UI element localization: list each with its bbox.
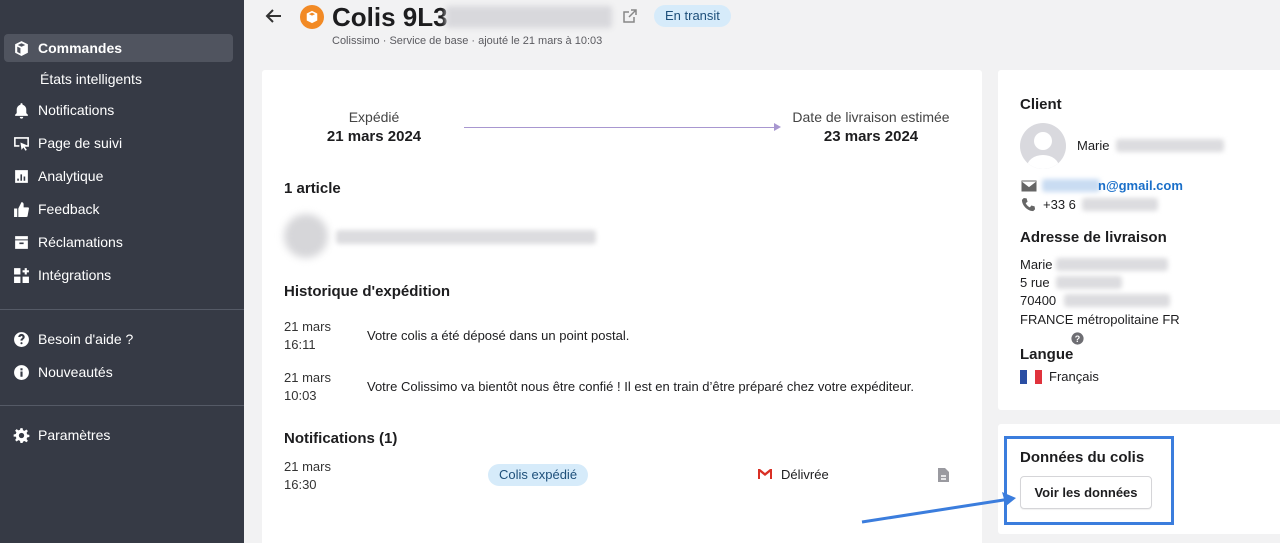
history-event-date: 21 mars <box>284 319 331 334</box>
history-event-datetime: 21 mars 10:03 <box>284 369 331 405</box>
address-line: Marie <box>1020 257 1053 272</box>
sidebar-divider <box>0 309 244 310</box>
history-event-text: Votre Colissimo va bientôt nous être con… <box>367 379 915 394</box>
sidebar-item-integrations[interactable]: Intégrations <box>4 261 233 289</box>
redacted-address <box>1064 294 1170 307</box>
thumbs-up-icon <box>4 201 38 218</box>
address-line: 5 rue <box>1020 275 1050 290</box>
document-icon[interactable] <box>937 467 950 483</box>
package-data-title: Données du colis <box>1020 449 1145 466</box>
redacted-address <box>1056 258 1168 271</box>
history-event-datetime: 21 mars 16:11 <box>284 318 331 354</box>
view-data-button[interactable]: Voir les données <box>1020 476 1152 509</box>
tracking-page-icon <box>4 135 38 152</box>
sidebar-item-commandes[interactable]: Commandes <box>4 34 233 62</box>
sidebar-item-etats-intelligents[interactable]: États intelligents <box>4 65 233 93</box>
external-link-icon[interactable] <box>622 8 638 24</box>
sidebar-item-page-de-suivi[interactable]: Page de suivi <box>4 129 233 157</box>
sidebar-item-label: Intégrations <box>38 267 112 283</box>
notification-type-badge: Colis expédié <box>488 464 589 486</box>
sidebar-item-label: Feedback <box>38 201 100 217</box>
carrier-logo-icon <box>300 5 324 29</box>
gear-icon <box>4 427 38 444</box>
france-flag-icon <box>1020 370 1042 384</box>
redacted-phone-digits <box>1082 198 1158 211</box>
client-phone: +33 6 <box>1043 197 1076 212</box>
history-event-time: 16:11 <box>284 337 316 352</box>
address-title: Adresse de livraison <box>1020 229 1167 246</box>
notification-datetime: 21 mars 16:30 <box>284 458 331 494</box>
history-event-time: 10:03 <box>284 388 317 403</box>
redacted-article-name <box>336 230 596 244</box>
sidebar-item-notifications[interactable]: Notifications <box>4 96 233 124</box>
notifications-title: Notifications (1) <box>284 430 398 447</box>
sidebar-item-nouveautes[interactable]: Nouveautés <box>4 358 233 386</box>
sidebar-item-label: Paramètres <box>38 427 111 443</box>
shipped-date: 21 mars 2024 <box>326 128 422 145</box>
sidebar-item-label: Besoin d'aide ? <box>38 331 134 347</box>
annotation-arrow <box>861 492 1016 524</box>
language-value: Français <box>1049 369 1099 384</box>
sidebar-item-label: Analytique <box>38 168 104 184</box>
shipped-label: Expédié <box>348 109 400 125</box>
history-title: Historique d'expédition <box>284 283 451 300</box>
notification-status: Délivrée <box>781 467 829 482</box>
notification-date: 21 mars <box>284 459 331 474</box>
address-line: FRANCE métropolitaine FR <box>1020 312 1180 327</box>
address-line: 70400 <box>1020 293 1057 308</box>
gmail-icon <box>758 469 772 479</box>
sidebar-item-feedback[interactable]: Feedback <box>4 195 233 223</box>
back-arrow-icon[interactable] <box>264 6 284 26</box>
redacted-client-surname <box>1116 139 1224 152</box>
sidebar-item-label: Commandes <box>38 40 123 56</box>
sidebar-item-label: États intelligents <box>40 71 142 87</box>
client-title: Client <box>1020 96 1062 113</box>
sidebar-item-reclamations[interactable]: Réclamations <box>4 228 233 256</box>
page-title: Colis 9L3 <box>332 2 448 32</box>
svg-text:?: ? <box>1075 334 1080 344</box>
sidebar-item-parametres[interactable]: Paramètres <box>4 421 233 449</box>
sidebar-divider <box>0 405 244 406</box>
mail-icon <box>1021 180 1037 192</box>
timeline-arrow-head <box>774 123 781 131</box>
box-icon <box>4 40 38 57</box>
avatar <box>1020 123 1066 169</box>
sidebar-item-label: Notifications <box>38 102 115 118</box>
history-event-text: Votre colis a été déposé dans un point p… <box>367 328 630 343</box>
history-event-date: 21 mars <box>284 370 331 385</box>
eta-label: Date de livraison estimée <box>792 109 950 125</box>
help-icon[interactable]: ? <box>1071 332 1084 345</box>
client-email[interactable]: n@gmail.com <box>1098 178 1183 193</box>
sidebar-item-label: Réclamations <box>38 234 123 250</box>
eta-date: 23 mars 2024 <box>823 128 919 145</box>
inbox-icon <box>4 234 38 251</box>
sidebar-item-aide[interactable]: Besoin d'aide ? <box>4 325 233 353</box>
timeline-arrow <box>464 127 776 128</box>
notification-time: 16:30 <box>284 477 317 492</box>
bell-icon <box>4 102 38 119</box>
grid-plus-icon <box>4 267 38 284</box>
articles-title: 1 article <box>284 180 341 197</box>
redacted-tracking-number <box>446 6 612 28</box>
sidebar-item-label: Nouveautés <box>38 364 113 380</box>
client-name: Marie <box>1077 138 1110 153</box>
help-icon <box>4 331 38 348</box>
sidebar-item-analytique[interactable]: Analytique <box>4 162 233 190</box>
redacted-address <box>1056 276 1122 289</box>
sidebar: Commandes États intelligents Notificatio… <box>0 0 244 543</box>
info-icon <box>4 364 38 381</box>
chart-icon <box>4 168 38 185</box>
page-subtitle: Colissimo · Service de base · ajouté le … <box>332 35 603 47</box>
language-title: Langue <box>1020 346 1074 363</box>
article-image <box>284 214 328 258</box>
sidebar-item-label: Page de suivi <box>38 135 123 151</box>
redacted-email-user <box>1042 179 1100 192</box>
phone-icon <box>1021 197 1036 212</box>
status-badge: En transit <box>654 5 731 27</box>
